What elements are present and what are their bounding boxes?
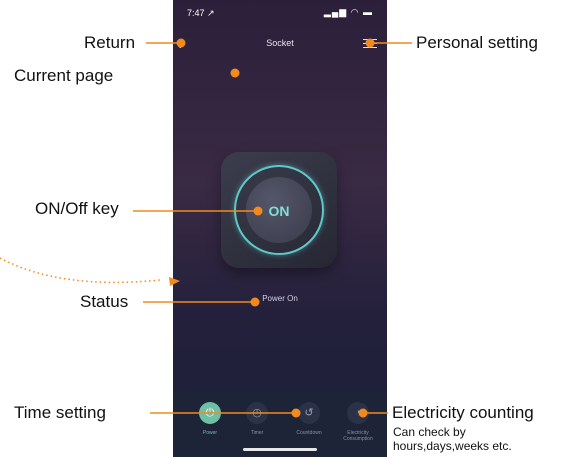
annotation-status: Status bbox=[80, 292, 129, 311]
status-bar: 7:47 ↗ ▂▄▆ ◠ ▬ bbox=[173, 0, 387, 24]
power-key-label: ON bbox=[268, 203, 290, 219]
tab-bar: ⏻ Power ◷ Timer ↺ Countdown ◔ Electricit… bbox=[173, 392, 387, 457]
phone-screen: 7:47 ↗ ▂▄▆ ◠ ▬ ‹ Socket ON Power On ⏻ Po… bbox=[173, 0, 387, 457]
nav-bar: ‹ Socket bbox=[173, 32, 387, 56]
annotation-time-setting: Time setting bbox=[14, 403, 106, 422]
tab-label: Electricity Consumption bbox=[343, 430, 373, 442]
signal-wifi-battery-icons: ▂▄▆ ◠ ▬ bbox=[323, 7, 373, 17]
tab-label: Timer bbox=[250, 430, 264, 436]
annotation-electricity-counting: Electricity counting bbox=[392, 403, 534, 422]
menu-icon[interactable] bbox=[363, 39, 377, 49]
power-icon: ⏻ bbox=[199, 402, 221, 424]
page-title: Socket bbox=[266, 38, 294, 48]
tab-timer[interactable]: ◷ Timer bbox=[232, 402, 282, 436]
tab-label: Countdown bbox=[296, 430, 322, 436]
clock: 7:47 ↗ bbox=[187, 8, 215, 18]
timer-icon: ◷ bbox=[246, 402, 268, 424]
power-key-ring: ON bbox=[234, 165, 324, 255]
annotation-current-page: Current page bbox=[14, 66, 114, 85]
power-key-tile[interactable]: ON bbox=[221, 152, 337, 268]
annotation-electricity-note-1: Can check by bbox=[393, 425, 466, 439]
annotation-electricity-note-2: hours,days,weeks etc. bbox=[393, 439, 512, 453]
power-status: Power On bbox=[262, 294, 298, 303]
electricity-icon: ◔ bbox=[347, 402, 369, 424]
home-indicator[interactable] bbox=[243, 448, 317, 451]
tab-power[interactable]: ⏻ Power bbox=[185, 402, 235, 436]
annotation-on-off-key: ON/Off key bbox=[35, 199, 119, 218]
tab-countdown[interactable]: ↺ Countdown bbox=[284, 402, 334, 436]
countdown-icon: ↺ bbox=[298, 402, 320, 424]
power-key-button[interactable]: ON bbox=[246, 177, 312, 243]
annotation-personal-setting: Personal setting bbox=[416, 33, 538, 52]
tab-label: Power bbox=[202, 430, 218, 436]
tab-electricity-consumption[interactable]: ◔ Electricity Consumption bbox=[333, 402, 383, 442]
annotation-return: Return bbox=[84, 33, 136, 52]
